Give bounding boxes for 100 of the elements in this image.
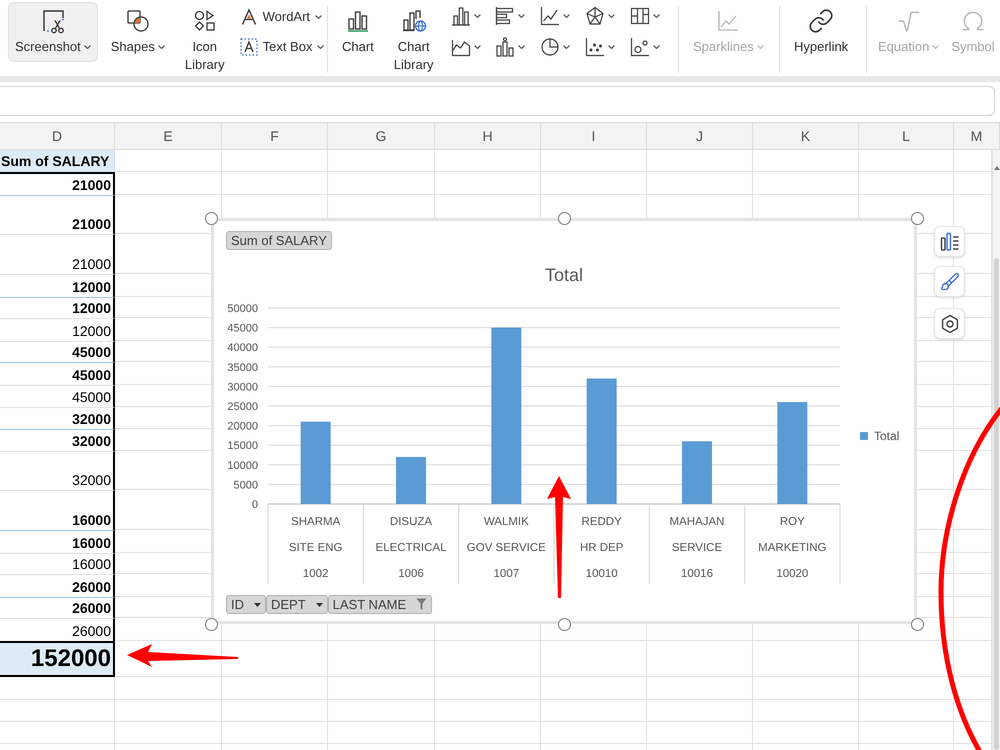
caret-icon [608, 14, 616, 18]
category-label: MARKETING [758, 542, 827, 554]
y-axis-label: 10000 [227, 460, 258, 472]
caret-icon [608, 45, 616, 49]
y-axis-label: 20000 [227, 420, 258, 433]
radar-chart-icon [585, 6, 606, 26]
stacked-bars-icon [495, 37, 516, 57]
caret-icon [474, 14, 481, 18]
salary-cell: 32000 [0, 407, 115, 429]
salary-cell: 45000 [0, 341, 115, 362]
bar [682, 441, 712, 504]
field-button[interactable]: LAST NAME [328, 595, 432, 614]
ribbon-button[interactable]: Icon Library [178, 2, 232, 76]
column-header[interactable]: L [859, 123, 954, 149]
field-button[interactable]: ID [226, 595, 266, 614]
category-label: WALMIK [484, 516, 529, 528]
category-label: 10016 [681, 568, 713, 580]
category-label: 1007 [494, 568, 520, 580]
column-header[interactable]: I [541, 123, 647, 149]
chart-tool-button[interactable] [934, 226, 965, 257]
y-axis-label: 35000 [227, 362, 258, 374]
y-axis-label: 30000 [227, 381, 258, 394]
caret-icon [474, 45, 481, 49]
chart-area[interactable] [211, 218, 917, 624]
ribbon-button[interactable]: Screenshot [8, 2, 98, 62]
category-label: MAHAJAN [670, 516, 724, 528]
text-box-icon [240, 38, 258, 56]
column-header[interactable]: J [647, 123, 753, 149]
settings-icon [940, 314, 960, 334]
link-icon [808, 8, 834, 34]
column-header[interactable]: D [0, 123, 115, 149]
scrollbar-thumb[interactable] [994, 258, 999, 750]
column-header[interactable]: E [115, 123, 222, 149]
bubble-chart-icon [630, 37, 650, 57]
column-header[interactable]: F [222, 123, 328, 149]
category-label: SERVICE [672, 542, 722, 554]
salary-cell: 45000 [0, 362, 115, 385]
salary-cell: 12000 [0, 274, 115, 297]
column-header[interactable]: G [328, 123, 435, 149]
field-button[interactable]: DEPT [266, 595, 328, 614]
caret-icon [653, 14, 660, 18]
category-label: DISUZA [390, 516, 432, 528]
y-axis-label: 5000 [234, 479, 258, 492]
y-axis-label: 15000 [227, 440, 258, 452]
y-axis-label: 0 [252, 499, 258, 511]
y-axis-label: 45000 [227, 322, 258, 335]
column-chart-icon [450, 6, 471, 26]
salary-cell: 16000 [0, 530, 115, 553]
grand-total-cell: 152000 [0, 641, 115, 677]
ribbon-button[interactable]: Shapes [104, 2, 172, 62]
y-axis-label: 50000 [227, 303, 258, 315]
brush-icon [940, 272, 960, 292]
category-label: 1006 [398, 568, 424, 580]
wordart-icon [240, 8, 258, 26]
caret-icon [518, 14, 526, 18]
shapes-icon [124, 8, 151, 34]
value-field-button[interactable]: Sum of SALARY [226, 231, 332, 250]
area-chart-icon [450, 37, 471, 57]
chart-title: Total [544, 264, 584, 286]
category-label: 10020 [776, 568, 808, 580]
pivot-header-cell: Sum of SALARY [0, 150, 115, 172]
ribbon-button[interactable]: Text Box [238, 36, 326, 58]
category-label: GOV SERVICE [466, 542, 546, 554]
salary-cell: 12000 [0, 297, 115, 318]
bar [396, 456, 426, 504]
chart-globe-icon [400, 8, 427, 34]
pie-chart-icon [540, 37, 560, 57]
line-chart-icon [540, 6, 560, 26]
scatter-chart-icon [585, 37, 606, 57]
category-label: REDDY [582, 516, 622, 528]
column-header[interactable]: H [435, 123, 541, 149]
y-axis-label: 25000 [227, 401, 258, 413]
category-label: SHARMA [291, 516, 340, 528]
salary-cell: 16000 [0, 553, 115, 574]
column-header[interactable]: K [753, 123, 859, 149]
y-axis-label: 40000 [227, 342, 258, 354]
salary-cell: 21000 [0, 195, 115, 234]
formula-input[interactable] [0, 86, 995, 116]
caret-icon [653, 45, 660, 49]
legend-label: Total [874, 429, 900, 443]
caret-icon [518, 45, 526, 49]
category-label: 10010 [586, 568, 618, 580]
salary-cell: 16000 [0, 490, 115, 530]
column-header[interactable]: M [954, 123, 1000, 149]
bars-list-icon [940, 232, 960, 252]
ribbon-button[interactable]: Hyperlink [787, 2, 856, 62]
ribbon-button[interactable]: WordArt [238, 6, 326, 28]
chart-tool-button[interactable] [934, 308, 965, 339]
scroll-up-icon[interactable] [994, 166, 1000, 170]
salary-cell: 32000 [0, 451, 115, 490]
ribbon-button[interactable]: Chart Library [386, 2, 441, 76]
salary-cell: 21000 [0, 172, 115, 195]
salary-cell: 12000 [0, 318, 115, 341]
salary-cell: 32000 [0, 429, 115, 451]
category-label: ROY [780, 516, 805, 528]
category-label: SITE ENG [288, 542, 342, 554]
salary-cell: 26000 [0, 574, 115, 597]
salary-cell: 45000 [0, 385, 115, 407]
scrollbar-track[interactable] [992, 150, 1000, 750]
ribbon-button[interactable]: Chart [335, 2, 381, 62]
